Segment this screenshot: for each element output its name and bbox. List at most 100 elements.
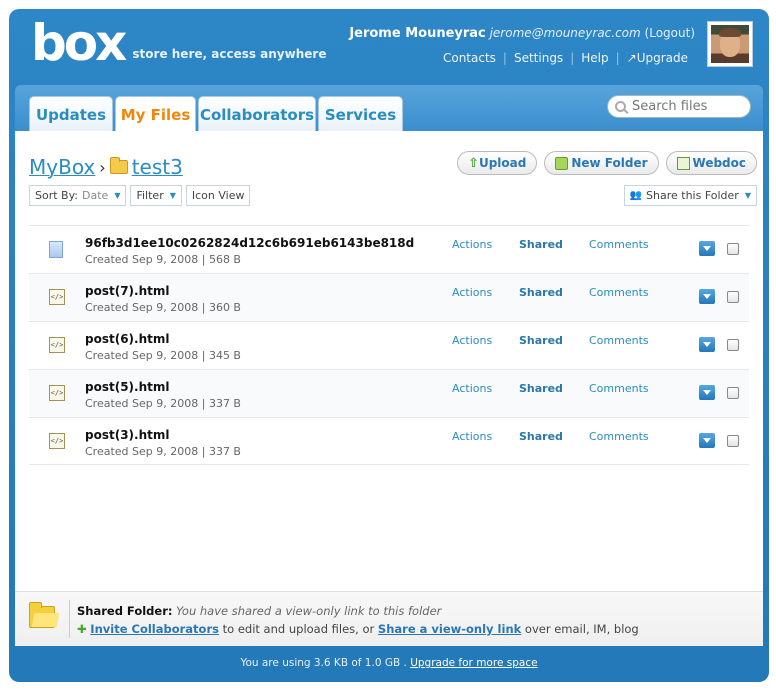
sort-by-value: Date (82, 189, 109, 202)
shared-mid-text: to edit and upload files, or (218, 622, 378, 636)
share-view-only-link[interactable]: Share a view-only link (378, 622, 521, 636)
file-meta: Created Sep 9, 2008 | 337 B (85, 397, 241, 410)
html-file-icon: </> (49, 433, 65, 449)
search-box[interactable] (607, 95, 751, 118)
row-checkbox[interactable] (727, 435, 739, 447)
file-meta: Created Sep 9, 2008 | 360 B (85, 301, 241, 314)
row-menu-dropdown-icon[interactable] (699, 241, 715, 256)
plus-icon: ✚ (77, 622, 87, 636)
comments-link[interactable]: Comments (589, 238, 649, 251)
avatar[interactable] (707, 21, 753, 67)
tagline: store here, access anywhere (132, 47, 327, 61)
box-logo[interactable]: box store here, access anywhere (31, 14, 327, 72)
file-name[interactable]: post(6).html (85, 332, 170, 346)
shared-link[interactable]: Shared (519, 382, 563, 395)
shared-link[interactable]: Shared (519, 286, 563, 299)
row-checkbox[interactable] (727, 291, 739, 303)
tab-updates[interactable]: Updates (29, 96, 113, 132)
invite-collaborators-link[interactable]: Invite Collaborators (90, 622, 219, 636)
file-browser: MyBox › test3 ⇧ Upload New Folder Webdoc… (15, 131, 763, 591)
actions-link[interactable]: Actions (452, 382, 492, 395)
file-name[interactable]: 96fb3d1ee10c0262824d12c6b691eb6143be818d (85, 236, 414, 250)
comments-link[interactable]: Comments (589, 382, 649, 395)
table-row[interactable]: </> post(6).html Created Sep 9, 2008 | 3… (29, 321, 749, 369)
breadcrumb-root[interactable]: MyBox (29, 155, 95, 179)
upgrade-link[interactable]: ↗Upgrade (620, 51, 695, 65)
row-checkbox[interactable] (727, 339, 739, 351)
upgrade-space-link[interactable]: Upgrade for more space (410, 657, 537, 669)
search-icon (615, 101, 626, 112)
row-menu-dropdown-icon[interactable] (699, 433, 715, 448)
user-info: Jerome Mouneyrac jerome@mouneyrac.com (L… (349, 26, 695, 41)
shared-link[interactable]: Shared (519, 334, 563, 347)
user-name: Jerome Mouneyrac (349, 26, 486, 41)
icon-view-button[interactable]: Icon View (185, 185, 251, 206)
webdoc-icon (676, 156, 690, 170)
row-menu-dropdown-icon[interactable] (699, 337, 715, 352)
filter-label: Filter (136, 189, 164, 202)
table-row[interactable]: </> post(5).html Created Sep 9, 2008 | 3… (29, 369, 749, 417)
view-toolbar: Sort By: Date ▼ Filter ▼ Icon View (29, 185, 251, 206)
avatar-photo (711, 25, 749, 63)
shared-tail-text: over email, IM, blog (521, 622, 639, 636)
user-email: jerome@mouneyrac.com (489, 26, 641, 40)
actions-link[interactable]: Actions (452, 334, 492, 347)
sort-by-dropdown[interactable]: Sort By: Date ▼ (29, 185, 127, 206)
filter-dropdown[interactable]: Filter ▼ (130, 185, 182, 206)
actions-link[interactable]: Actions (452, 238, 492, 251)
html-file-icon: </> (49, 385, 65, 401)
document-icon (49, 241, 63, 258)
storage-usage: You are using 3.6 KB of 1.0 GB . Upgrade… (9, 657, 769, 669)
comments-link[interactable]: Comments (589, 286, 649, 299)
breadcrumb-separator: › (99, 157, 106, 177)
settings-link[interactable]: Settings (507, 51, 570, 65)
table-row[interactable]: 96fb3d1ee10c0262824d12c6b691eb6143be818d… (29, 225, 749, 273)
shared-folder-title: Shared Folder: (77, 604, 173, 618)
actions-link[interactable]: Actions (452, 430, 492, 443)
row-menu-dropdown-icon[interactable] (699, 385, 715, 400)
row-menu-dropdown-icon[interactable] (699, 289, 715, 304)
upload-button[interactable]: ⇧ Upload (457, 151, 538, 175)
folder-icon (109, 157, 128, 174)
shared-folder-status: Shared Folder: You have shared a view-on… (77, 604, 441, 618)
share-folder-label: Share this Folder (646, 189, 739, 202)
usage-text: You are using 3.6 KB of 1.0 GB . (240, 657, 411, 669)
tab-my-files[interactable]: My Files (115, 96, 196, 133)
search-input[interactable] (632, 99, 742, 114)
shared-folder-icon (29, 602, 55, 628)
shared-link[interactable]: Shared (519, 238, 563, 251)
tab-bar: Updates My Files Collaborators Services (15, 85, 763, 133)
arrow-up-icon: ⇧ (468, 155, 479, 171)
logout-link[interactable]: (Logout) (645, 26, 695, 40)
chevron-down-icon: ▼ (169, 191, 176, 200)
new-folder-button[interactable]: New Folder (544, 151, 659, 175)
row-checkbox[interactable] (727, 387, 739, 399)
upload-label: Upload (478, 156, 527, 170)
tab-collaborators[interactable]: Collaborators (198, 96, 316, 132)
row-checkbox[interactable] (727, 243, 739, 255)
table-row[interactable]: </> post(3).html Created Sep 9, 2008 | 3… (29, 417, 749, 465)
html-file-icon: </> (49, 337, 65, 353)
people-icon: 👥 (629, 190, 643, 201)
new-folder-label: New Folder (571, 156, 648, 170)
table-row[interactable]: </> post(7).html Created Sep 9, 2008 | 3… (29, 273, 749, 321)
webdoc-button[interactable]: Webdoc (665, 151, 757, 175)
contacts-link[interactable]: Contacts (436, 51, 503, 65)
app-frame: box store here, access anywhere Jerome M… (9, 9, 769, 682)
file-name[interactable]: post(5).html (85, 380, 170, 394)
file-name[interactable]: post(3).html (85, 428, 170, 442)
file-list: 96fb3d1ee10c0262824d12c6b691eb6143be818d… (29, 225, 749, 465)
shared-link[interactable]: Shared (519, 430, 563, 443)
comments-link[interactable]: Comments (589, 334, 649, 347)
file-name[interactable]: post(7).html (85, 284, 170, 298)
tab-services[interactable]: Services (318, 96, 403, 132)
shared-folder-actions: ✚ Invite Collaborators to edit and uploa… (77, 622, 639, 636)
logo-text: box (31, 14, 127, 72)
share-folder-dropdown[interactable]: 👥 Share this Folder ▼ (623, 185, 757, 206)
help-link[interactable]: Help (574, 51, 615, 65)
breadcrumb-current[interactable]: test3 (132, 155, 183, 179)
top-links: Contacts | Settings | Help | ↗Upgrade (436, 51, 695, 65)
actions-link[interactable]: Actions (452, 286, 492, 299)
comments-link[interactable]: Comments (589, 430, 649, 443)
file-meta: Created Sep 9, 2008 | 568 B (85, 253, 241, 266)
